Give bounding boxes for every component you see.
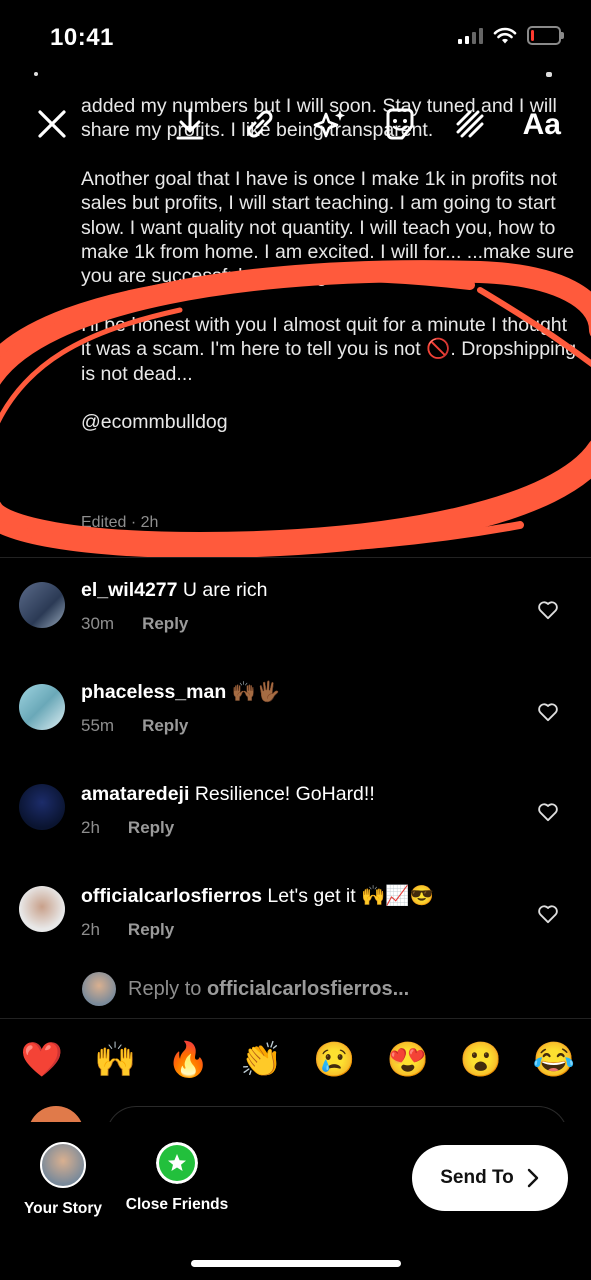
comment-text: el_wil4277 U are rich: [81, 578, 267, 602]
comment-item: phaceless_man 🙌🏾🖐🏾 55m Reply: [0, 680, 591, 780]
reaction-heart-eyes[interactable]: 😍: [386, 1038, 430, 1082]
reaction-laughing[interactable]: 😂: [532, 1038, 576, 1082]
like-heart-icon[interactable]: [537, 802, 559, 822]
comment-text: amataredeji Resilience! GoHard!!: [81, 782, 375, 806]
comment-body: 🙌🏾🖐🏾: [231, 681, 281, 703]
reaction-bar: ❤️ 🙌 🔥 👏 😢 😍 😮 😂: [20, 1038, 576, 1082]
avatar[interactable]: [19, 784, 65, 830]
comment-body: Let's get it 🙌📈😎: [267, 885, 434, 907]
cellular-signal-icon: [458, 27, 483, 44]
battery-level: [531, 30, 534, 41]
comment-body: U are rich: [182, 579, 268, 601]
comment-username[interactable]: officialcarlosfierros: [81, 885, 262, 907]
like-heart-icon[interactable]: [537, 904, 559, 924]
avatar[interactable]: [19, 684, 65, 730]
download-icon[interactable]: [170, 104, 210, 144]
like-heart-icon[interactable]: [537, 702, 559, 722]
effects-sparkle-icon[interactable]: [310, 104, 350, 144]
reaction-crying[interactable]: 😢: [313, 1038, 357, 1082]
avatar[interactable]: [19, 582, 65, 628]
like-heart-icon[interactable]: [537, 600, 559, 620]
home-indicator[interactable]: [191, 1260, 401, 1267]
your-story-label: Your Story: [23, 1200, 103, 1217]
reply-prefix: Reply to: [128, 977, 207, 1000]
top-dot-left: [34, 72, 38, 76]
post-caption: added my numbers but I will soon. Stay t…: [81, 94, 581, 458]
wifi-icon: [493, 27, 517, 43]
reply-button[interactable]: Reply: [142, 716, 188, 736]
close-icon[interactable]: [32, 104, 72, 144]
caption-paragraph: I'll be honest with you I almost quit fo…: [81, 313, 582, 385]
reply-placeholder: Reply to officialcarlosfierros...: [128, 978, 409, 1001]
status-time: 10:41: [50, 24, 114, 51]
close-friends-label: Close Friends: [125, 1196, 229, 1213]
sticker-icon[interactable]: [380, 104, 420, 144]
top-dot-right: [546, 72, 552, 77]
reaction-raised-hands[interactable]: 🙌: [93, 1038, 137, 1082]
comment-username[interactable]: el_wil4277: [81, 579, 178, 601]
avatar[interactable]: [19, 886, 65, 932]
my-avatar: [82, 972, 116, 1006]
reply-button[interactable]: Reply: [128, 920, 174, 940]
edited-timestamp: Edited · 2h: [81, 514, 159, 531]
divider: [0, 1018, 591, 1019]
close-friends-star-icon: [156, 1142, 198, 1184]
reply-button[interactable]: Reply: [142, 614, 188, 634]
send-to-button[interactable]: Send To: [412, 1145, 568, 1211]
reply-button[interactable]: Reply: [128, 818, 174, 838]
status-icons: [458, 26, 564, 45]
comment-username[interactable]: amataredeji: [81, 783, 189, 805]
comment-time: 2h: [81, 920, 100, 939]
reaction-heart[interactable]: ❤️: [20, 1038, 64, 1082]
draw-squiggle-icon[interactable]: [450, 104, 490, 144]
reaction-clap[interactable]: 👏: [239, 1038, 283, 1082]
send-to-label: Send To: [440, 1167, 514, 1188]
comment-item: amataredeji Resilience! GoHard!! 2h Reply: [0, 782, 591, 882]
reply-username: officialcarlosfierros...: [206, 977, 410, 1000]
divider: [0, 557, 591, 558]
text-tool-button[interactable]: Aa: [523, 108, 561, 142]
comment-body: Resilience! GoHard!!: [194, 783, 375, 805]
reaction-fire[interactable]: 🔥: [166, 1038, 210, 1082]
comment-text: phaceless_man 🙌🏾🖐🏾: [81, 680, 280, 704]
comment-item: officialcarlosfierros Let's get it 🙌📈😎 2…: [0, 884, 591, 984]
comment-time: 2h: [81, 818, 100, 837]
reaction-surprised[interactable]: 😮: [459, 1038, 503, 1082]
battery-icon: [527, 26, 564, 45]
link-icon[interactable]: [240, 104, 280, 144]
your-story-avatar: [40, 1142, 86, 1188]
comment-username[interactable]: phaceless_man: [81, 681, 226, 703]
caption-paragraph: Another goal that I have is once I make …: [81, 167, 580, 288]
comment-time: 30m: [81, 614, 115, 633]
reply-input[interactable]: Reply to officialcarlosfierros...: [82, 972, 409, 1006]
comment-text: officialcarlosfierros Let's get it 🙌📈😎: [81, 884, 434, 908]
chevron-right-icon: [527, 1168, 538, 1188]
your-story-button[interactable]: Your Story: [8, 1142, 118, 1218]
comment-item: el_wil4277 U are rich 30m Reply: [0, 578, 591, 678]
comment-time: 55m: [81, 716, 115, 735]
caption-mention[interactable]: @ecommbulldog: [81, 410, 581, 434]
close-friends-button[interactable]: Close Friends: [122, 1142, 232, 1214]
